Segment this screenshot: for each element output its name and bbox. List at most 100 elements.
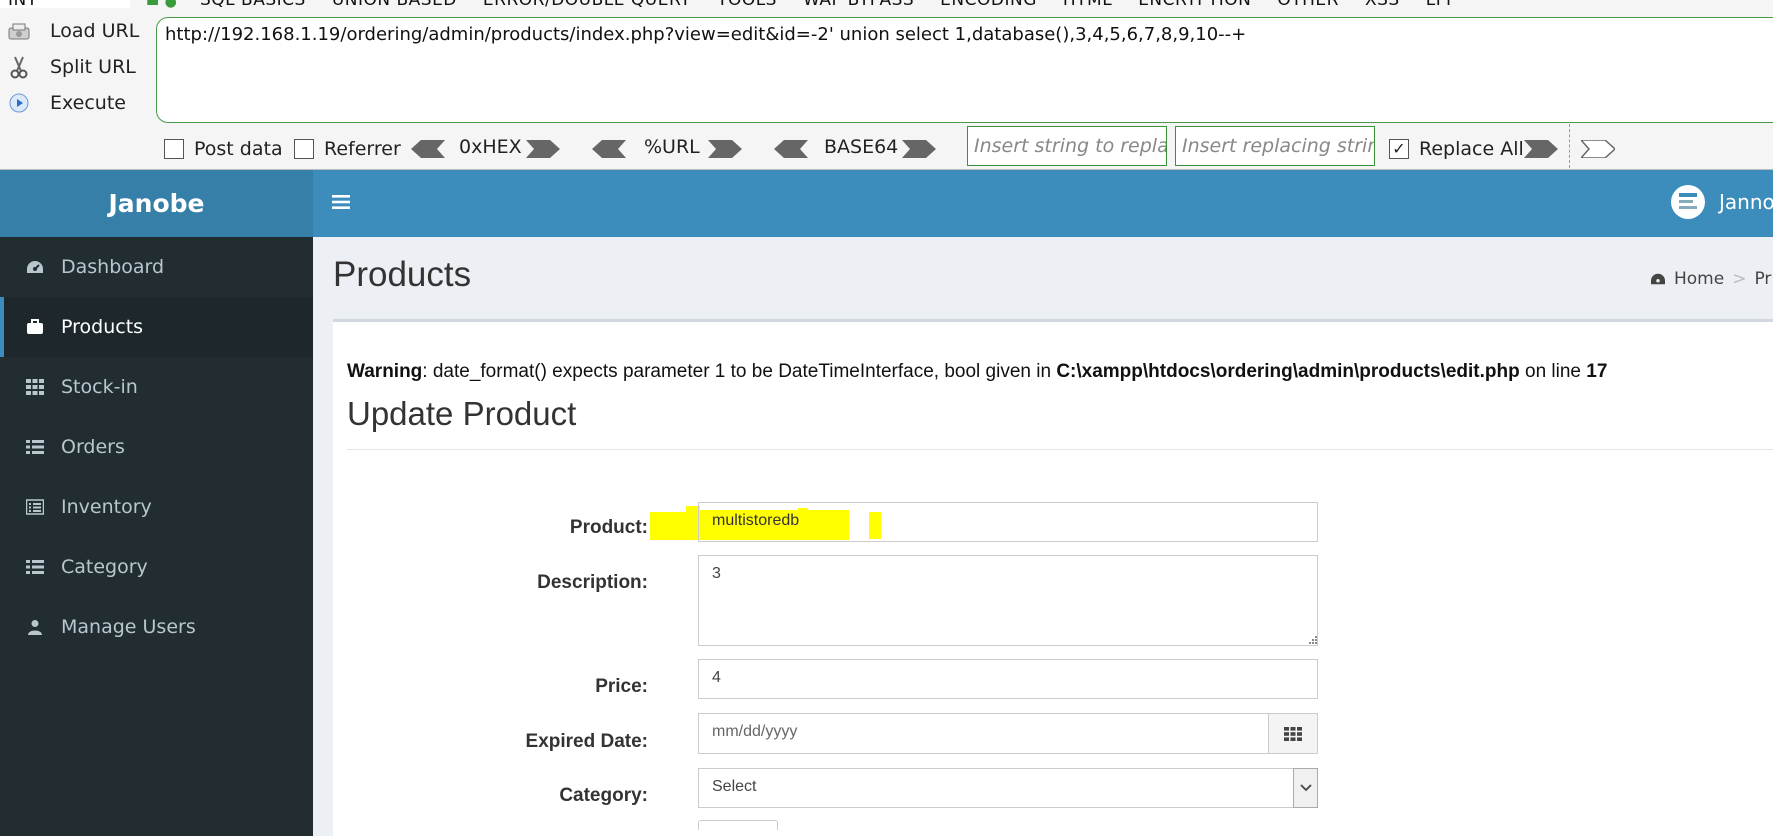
hackbar-menu-item[interactable]: LFI [1426, 0, 1452, 10]
warning-message: : date_format() expects parameter 1 to b… [422, 361, 1057, 382]
sidebar-item-label: Dashboard [61, 256, 165, 278]
sidebar-item-manage-users[interactable]: Manage Users [0, 597, 313, 657]
sidebar-item-label: Stock-in [61, 376, 138, 398]
resize-handle-icon[interactable] [1308, 635, 1318, 645]
hackbar-menu-item[interactable]: SQL BASICS [200, 0, 306, 10]
page-title: Products [333, 255, 472, 294]
expired-date-label: Expired Date: [525, 731, 648, 752]
url-encode-arrow-icon[interactable] [708, 140, 742, 158]
content-box: Warning: date_format() expects parameter… [333, 319, 1773, 836]
list-icon [25, 437, 45, 457]
replace-next-arrow-icon[interactable] [1581, 140, 1615, 158]
url-decode-arrow-icon[interactable] [592, 140, 626, 158]
expired-date-field[interactable]: mm/dd/yyyy [698, 713, 1269, 754]
hackbar-menu-item[interactable]: ERROR/DOUBLE QUERY [483, 0, 691, 10]
replace-all-label: Replace All [1419, 138, 1524, 160]
dashboard-icon [1651, 273, 1665, 285]
sidebar-item-stock-in[interactable]: Stock-in [0, 357, 313, 417]
sidebar-item-products[interactable]: Products [0, 297, 313, 357]
list-alt-icon [25, 497, 45, 517]
submit-button[interactable] [698, 820, 778, 830]
load-url-button[interactable]: Load URL [6, 16, 139, 46]
product-label: Product: [569, 517, 648, 538]
referrer-box[interactable] [294, 139, 314, 159]
replace-all-box[interactable]: ✓ [1389, 139, 1409, 159]
hackbar-menu-item[interactable]: ENCRYPTION [1138, 0, 1251, 10]
base64-encode-arrow-icon[interactable] [902, 140, 936, 158]
dashboard-icon [25, 257, 45, 277]
chevron-down-icon [1299, 784, 1312, 792]
hex-label: 0xHEX [459, 136, 522, 158]
highlight-mark [869, 512, 881, 539]
load-url-icon [6, 18, 32, 44]
briefcase-icon [25, 317, 45, 337]
hackbar-menu-item[interactable]: TOOLS [717, 0, 777, 10]
form-divider [347, 449, 1773, 450]
hex-encode-arrow-icon[interactable] [526, 140, 560, 158]
calendar-grid-icon [1284, 726, 1302, 741]
referrer-checkbox[interactable]: Referrer [294, 138, 401, 160]
replace-all-checkbox[interactable]: ✓ Replace All [1389, 138, 1524, 160]
referrer-label: Referrer [324, 138, 401, 160]
execute-label: Execute [50, 92, 126, 114]
hamburger-menu-icon[interactable] [331, 192, 351, 212]
url-encoding-label: %URL [644, 136, 700, 158]
replace-string-input[interactable]: Insert string to replace [967, 126, 1167, 166]
user-icon [25, 617, 45, 637]
hackbar-menu-item[interactable]: ENCODING [940, 0, 1037, 10]
warning-online: on line [1519, 361, 1587, 382]
sidebar-item-dashboard[interactable]: Dashboard [0, 237, 313, 297]
sidebar-item-label: Category [61, 556, 148, 578]
sidebar-item-orders[interactable]: Orders [0, 417, 313, 477]
warning-path: C:\xampp\htdocs\ordering\admin\products\… [1056, 361, 1520, 382]
toolbar-divider [1569, 124, 1570, 168]
user-name: Janno [1719, 190, 1773, 214]
post-data-label: Post data [194, 138, 283, 160]
product-value: multistoredb [712, 512, 800, 529]
url-input[interactable]: http://192.168.1.19/ordering/admin/produ… [156, 17, 1773, 123]
price-label: Price: [595, 676, 648, 697]
scissors-icon [6, 54, 32, 80]
form-title: Update Product [347, 395, 577, 432]
breadcrumb: Home > Pr [1650, 269, 1771, 289]
warning-prefix: Warning [347, 361, 423, 382]
main-content: Products Home > Pr Warning: date_format(… [313, 237, 1773, 836]
sidebar-item-inventory[interactable]: Inventory [0, 477, 313, 537]
execute-icon [6, 90, 32, 116]
sidebar-item-category[interactable]: Category [0, 537, 313, 597]
replacing-string-input[interactable]: Insert replacing string [1175, 126, 1375, 166]
sidebar-item-label: Orders [61, 436, 125, 458]
hackbar-menu-item[interactable]: WAF BYPASS [803, 0, 914, 10]
hackbar-menu-item[interactable]: XSS [1365, 0, 1400, 10]
replace-arrow-icon[interactable] [1524, 140, 1558, 158]
post-data-box[interactable] [164, 139, 184, 159]
warning-line: 17 [1586, 361, 1608, 382]
hackbar-menu-item[interactable]: HTML [1063, 0, 1112, 10]
split-url-label: Split URL [50, 56, 136, 78]
hackbar-menu-items: SQL BASICS UNION BASED ERROR/DOUBLE QUERY T… [200, 0, 1477, 10]
sidebar: Dashboard Products Stock-in Orders Inven… [0, 237, 313, 836]
price-field[interactable]: 4 [698, 659, 1318, 699]
breadcrumb-current[interactable]: Pr [1754, 269, 1771, 289]
sidebar-item-label: Manage Users [61, 616, 196, 638]
base64-label: BASE64 [824, 136, 899, 158]
category-select[interactable]: Select [698, 768, 1294, 808]
breadcrumb-home[interactable]: Home [1674, 269, 1724, 289]
calendar-button[interactable] [1268, 713, 1318, 754]
brand-logo[interactable]: Janobe [0, 170, 313, 237]
post-data-checkbox[interactable]: Post data [164, 138, 283, 160]
description-textarea[interactable]: 3 [698, 555, 1318, 646]
category-dropdown-button[interactable] [1293, 768, 1318, 808]
hackbar-menu-item[interactable]: UNION BASED [332, 0, 457, 10]
hackbar-menu-int[interactable]: INT [0, 0, 130, 10]
avatar [1671, 185, 1705, 219]
hex-decode-arrow-icon[interactable] [411, 140, 445, 158]
execute-button[interactable]: Execute [6, 88, 126, 118]
load-url-label: Load URL [50, 20, 140, 42]
hackbar-menu-item[interactable]: OTHER [1277, 0, 1339, 10]
split-url-button[interactable]: Split URL [6, 52, 136, 82]
top-navbar: Janno [313, 170, 1773, 237]
green-bullet-icon: ▬ ● [146, 0, 178, 10]
base64-decode-arrow-icon[interactable] [774, 140, 808, 158]
user-menu[interactable]: Janno [1671, 185, 1773, 219]
